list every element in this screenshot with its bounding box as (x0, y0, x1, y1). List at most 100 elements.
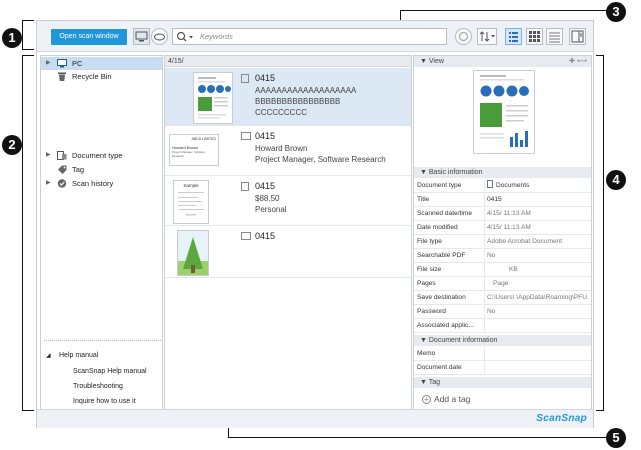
section-title: Basic information (428, 169, 483, 176)
content-list-pane: 4/15/ 0415 AAAAAAAAAAAAAAAAAAA BBBBBBBBB… (164, 55, 412, 426)
item-text-line: AAAAAAAAAAAAAAAAAAA (255, 86, 357, 95)
status-bar: ScanSnap (37, 409, 593, 428)
prop-value: No (487, 308, 496, 315)
prop-key: Save destination (417, 294, 466, 301)
tag-section-header[interactable]: ▼ Tag (414, 377, 591, 388)
add-tag-label: Add a tag (434, 394, 471, 404)
tree-item-label: Recycle Bin (72, 72, 112, 81)
card-company: ABCD LIMITED (191, 137, 216, 141)
prop-password: Password No (414, 305, 591, 319)
basic-info-section-header[interactable]: ▼ Basic information (414, 167, 591, 178)
properties-pane: ▼ View ✚ ⟷ ▼ Basic information Document … (413, 55, 592, 426)
prop-key: Document type (417, 182, 462, 189)
search-icon (176, 31, 193, 42)
list-item[interactable]: 0415 (165, 226, 411, 278)
tree-item-recycle-bin[interactable]: Recycle Bin (41, 70, 162, 83)
item-title: 0415 (255, 131, 276, 141)
callout-1-bracket (22, 20, 34, 50)
collapse-arrow-icon: ◢ (46, 353, 51, 359)
scansnap-logo: ScanSnap (536, 413, 587, 424)
sort-icon (479, 31, 495, 42)
document-preview-image (198, 77, 231, 119)
scanner-view-toggle[interactable] (133, 28, 150, 45)
thumbnail-view-button[interactable] (526, 28, 543, 45)
prop-memo[interactable]: Memo (414, 347, 591, 361)
expand-arrow-icon[interactable]: ▶ (46, 149, 51, 162)
open-scan-window-button[interactable]: Open scan window (51, 29, 127, 45)
document-preview (473, 70, 535, 154)
callout-5-bracket (228, 428, 606, 438)
detail-view-button[interactable] (546, 28, 563, 45)
help-link-label[interactable]: Troubleshooting (73, 383, 123, 390)
item-text-line: Howard Brown (255, 144, 308, 153)
prop-date-modified: Date modified 4/15/ 11:13 AM (414, 221, 591, 235)
list-view-button[interactable] (505, 28, 522, 45)
callout-1: 1 (2, 28, 22, 48)
help-link-label[interactable]: Inquire how to use it (73, 398, 136, 405)
prop-key: Document date (417, 364, 462, 371)
prop-value[interactable]: 0415 (487, 193, 589, 207)
view-section-header[interactable]: ▼ View ✚ ⟷ (414, 56, 591, 67)
prop-key: File type (417, 238, 442, 245)
zoom-in-icon[interactable]: ✚ (569, 56, 575, 67)
document-thumbnail (193, 72, 233, 124)
expand-arrow-icon[interactable]: ▶ (46, 177, 51, 190)
tree-item-label: Scan history (72, 179, 114, 188)
help-link-label[interactable]: ScanSnap Help manual (73, 368, 147, 375)
document-type-icon (241, 74, 249, 83)
list-item[interactable]: Sample 0415 $88.50 Personal (165, 176, 411, 226)
prop-value: Page (493, 280, 509, 287)
item-text-line: CCCCCCCCC (255, 108, 307, 117)
item-title: 0415 (255, 231, 276, 241)
prop-pages: Pages Page (414, 277, 591, 291)
list-item[interactable]: ABCD LIMITED Howard Brown Project Manage… (165, 126, 411, 176)
document-preview-image (480, 75, 529, 147)
prop-scanned-date: Scanned date/time 4/15/ 11:13 AM (414, 207, 591, 221)
sort-button[interactable] (477, 28, 497, 45)
item-title: 0415 (255, 73, 276, 83)
document-icon (487, 180, 493, 188)
prop-value: Adobe Acrobat Document (487, 238, 563, 245)
document-type-icon (57, 151, 67, 160)
tree-item-scan-history[interactable]: ▶ Scan history (41, 177, 162, 190)
refresh-button[interactable] (455, 28, 472, 45)
zoom-out-icon[interactable]: ⟷ (577, 56, 587, 67)
prop-document-type: Document type Documents (414, 179, 591, 193)
expand-arrow-icon[interactable]: ▶ (46, 57, 51, 70)
help-manual-title: Help manual (59, 352, 99, 359)
list-view-icon (509, 32, 518, 42)
tree-item-pc[interactable]: ▶ PC (41, 57, 162, 70)
prop-file-size: File size KB (414, 263, 591, 277)
tree-item-document-type[interactable]: ▶ Document type (41, 149, 162, 162)
prop-document-date[interactable]: Document date (414, 361, 591, 375)
prop-searchable-pdf: Searchable PDF No (414, 249, 591, 263)
callout-2-bracket (22, 55, 34, 411)
photo-preview-image (178, 231, 208, 275)
add-tag-button[interactable]: + Add a tag (422, 394, 470, 404)
cloud-icon (154, 33, 165, 41)
receipt-thumbnail: Sample (173, 180, 209, 224)
collapse-arrow-icon: ▼ (420, 379, 429, 386)
prop-value[interactable]: C:\Users\ \AppData\Roaming\PFU... (487, 291, 589, 305)
folder-tree-pane: ▶ PC Recycle Bin ▶ Document type Tag ▶ S… (40, 55, 163, 426)
prop-associated-app: Associated applic... (414, 319, 591, 333)
preview-pane-button[interactable] (569, 28, 586, 45)
section-title: Tag (428, 379, 441, 386)
prop-value[interactable]: Documents (487, 179, 589, 193)
search-input[interactable]: Keywords (172, 28, 447, 45)
prop-value: No (487, 252, 496, 259)
toolbar: Open scan window Keywords (37, 21, 593, 52)
item-text-line: Project Manager, Software Research (255, 155, 386, 164)
tree-item-label: PC (72, 59, 83, 68)
cloud-view-toggle[interactable] (151, 28, 168, 45)
grid-view-icon (529, 31, 540, 42)
list-item[interactable]: 0415 AAAAAAAAAAAAAAAAAAA BBBBBBBBBBBBBBB… (165, 68, 411, 126)
tree-item-tag[interactable]: Tag (41, 163, 162, 176)
prop-file-type: File type Adobe Acrobat Document (414, 235, 591, 249)
photo-type-icon (241, 232, 251, 240)
tree-item-label: Tag (72, 165, 85, 174)
item-text-line: Personal (255, 205, 287, 214)
document-info-section-header[interactable]: ▼ Document information (414, 335, 591, 346)
section-title: View (428, 58, 444, 65)
callout-3: 3 (606, 2, 626, 22)
